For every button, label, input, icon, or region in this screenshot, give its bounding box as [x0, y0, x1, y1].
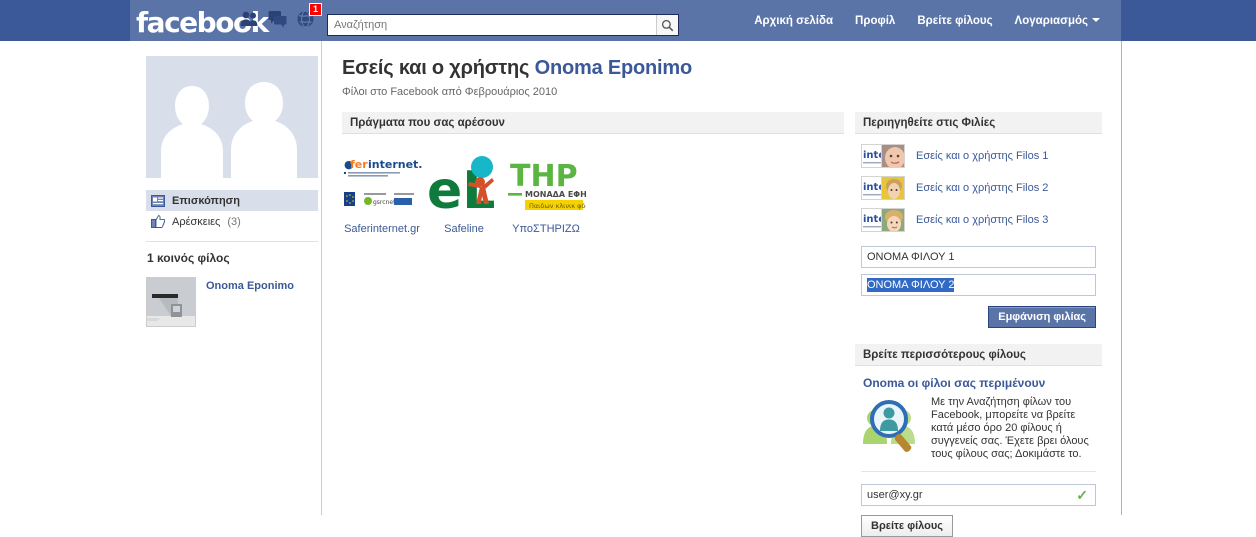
friendship-row[interactable]: inte Εσείς και ο χρήστης Filos 2: [855, 176, 1102, 200]
sidebar-nav: Επισκόπηση Αρέσκειες (3): [146, 190, 318, 232]
nav-label: Προφίλ: [855, 14, 896, 27]
nav-item-profile[interactable]: Προφίλ: [844, 9, 906, 33]
like-item[interactable]: THP ΜΟΝΑΔΑ ΕΦΗΒ Παιδων κλινικ φδοσ ΥποΣΤ…: [506, 152, 586, 236]
search-icon: [661, 19, 674, 31]
email-input[interactable]: [862, 489, 1077, 501]
sidebar-item-label: Επισκόπηση: [172, 194, 240, 207]
search-box[interactable]: [327, 14, 679, 36]
find-more-title: Onoma οι φίλοι σας περιμένουν: [863, 376, 1046, 390]
sidebar-item-label: Αρέσκειες: [172, 215, 221, 228]
friendship-link[interactable]: Εσείς και ο χρήστης Filos 3: [916, 214, 1048, 226]
top-header-bar: facebook 1 Αναζήτηση Αρχική σελίδα Προφί…: [0, 0, 1256, 41]
svg-text:gsrcnet: gsrcnet: [373, 199, 396, 206]
page-subtitle: Φίλοι στο Facebook από Φεβρουάριος 2010: [342, 86, 558, 98]
main-navigation: Αρχική σελίδα Προφίλ Βρείτε φίλους Λογαρ…: [743, 0, 1121, 41]
svg-text:internet.: internet.: [368, 158, 422, 171]
column-divider: [321, 41, 322, 515]
friendship-row[interactable]: inte Εσείς και ο χρήστης Filos 3: [855, 208, 1102, 232]
find-friends-button[interactable]: Βρείτε φίλους: [861, 515, 953, 537]
friend-finder-icon: [861, 396, 923, 454]
friendship-row[interactable]: inte Εσείς και ο χρήστης Filos 1: [855, 144, 1102, 168]
sidebar-divider: [146, 241, 318, 242]
notifications-globe-icon[interactable]: 1: [296, 3, 322, 28]
nav-label: Βρείτε φίλους: [917, 14, 993, 27]
friendship-link[interactable]: Εσείς και ο χρήστης Filos 2: [916, 182, 1048, 194]
friendship-avatars: inte: [861, 176, 907, 200]
find-more-divider: [861, 471, 1096, 472]
show-friendship-button-row: Εμφάνιση φιλίας: [855, 306, 1096, 328]
show-friendship-button[interactable]: Εμφάνιση φιλίας: [988, 306, 1096, 328]
friendship-avatars: inte: [861, 208, 907, 232]
friend-requests-icon[interactable]: [240, 9, 259, 28]
friendship-link[interactable]: Εσείς και ο χρήστης Filos 1: [916, 150, 1048, 162]
like-item[interactable]: ● fer internet. gsrcnet Saferinternet.gr: [342, 152, 422, 236]
profile-photo[interactable]: [146, 56, 318, 178]
right-sidebar: Περιηγηθείτε στις Φιλίες inte Εσείς και …: [855, 112, 1102, 537]
page-body: Επισκόπηση Αρέσκειες (3) 1 κοινός φίλος: [0, 41, 1256, 537]
friend-name-1-input[interactable]: [861, 246, 1096, 268]
search-input[interactable]: [328, 15, 656, 35]
like-item-name[interactable]: Safeline: [424, 223, 504, 236]
find-more-body: Με την Αναζήτηση φίλων του Facebook, μπο…: [861, 396, 1102, 461]
avatar-photo: [881, 176, 905, 200]
email-field[interactable]: ✓: [861, 484, 1096, 506]
ypostirizo-logo: THP ΜΟΝΑΔΑ ΕΦΗΒ Παιδων κλινικ φδοσ: [506, 152, 586, 216]
nav-label: Αρχική σελίδα: [754, 14, 834, 27]
like-item-name[interactable]: Saferinternet.gr: [342, 223, 422, 236]
svg-text:fer: fer: [350, 158, 368, 171]
mutual-friend-name[interactable]: Onoma Eponimo: [206, 277, 294, 292]
friendship-avatars: inte: [861, 144, 907, 168]
page-title-prefix: Εσείς και ο χρήστης: [342, 57, 530, 79]
nav-item-home[interactable]: Αρχική σελίδα: [743, 9, 844, 33]
like-item[interactable]: eL Safeline: [424, 152, 504, 236]
page-title: Εσείς και ο χρήστης Onoma Eponimo: [342, 57, 844, 80]
nav-item-account[interactable]: Λογαριασμός: [1004, 9, 1111, 33]
header-icon-group: 1: [240, 3, 322, 28]
sidebar-item-count: (3): [227, 215, 241, 228]
likes-list: ● fer internet. gsrcnet Saferinternet.gr…: [342, 152, 844, 236]
nav-item-find-friends[interactable]: Βρείτε φίλους: [906, 9, 1003, 33]
page-title-name[interactable]: Onoma Eponimo: [535, 57, 693, 79]
friendship-list: inte Εσείς και ο χρήστης Filos 1 inte Εσ…: [855, 144, 1102, 232]
notification-badge: 1: [309, 3, 322, 16]
avatar-photo: [881, 208, 905, 232]
svg-text:Παιδων κλινικ φδοσ: Παιδων κλινικ φδοσ: [529, 202, 586, 210]
chevron-down-icon: [1092, 18, 1100, 23]
friend-name-2-input[interactable]: ΟΝΟΜΑ ΦΙΛΟΥ 2: [861, 274, 1096, 296]
friend-name-2-value: ΟΝΟΜΑ ΦΙΛΟΥ 2: [867, 278, 955, 292]
find-more-text: Με την Αναζήτηση φίλων του Facebook, μπο…: [931, 396, 1089, 460]
header-inner: facebook 1 Αναζήτηση Αρχική σελίδα Προφί…: [130, 0, 1121, 41]
saferinternet-logo: ● fer internet. gsrcnet: [342, 152, 422, 216]
nav-label: Λογαριασμός: [1014, 14, 1088, 27]
browse-friendships-header: Περιηγηθείτε στις Φιλίες: [855, 112, 1102, 134]
left-sidebar: Επισκόπηση Αρέσκειες (3) 1 κοινός φίλος: [146, 56, 318, 327]
thumbs-up-icon: [151, 215, 165, 228]
main-content: Εσείς και ο χρήστης Onoma Eponimo Φίλοι …: [342, 57, 844, 236]
avatar-photo: [881, 144, 905, 168]
mutual-friends-title: 1 κοινός φίλος: [147, 251, 230, 265]
mutual-friend-avatar[interactable]: [146, 277, 196, 327]
sidebar-item-overview[interactable]: Επισκόπηση: [146, 190, 318, 211]
svg-text:ΜΟΝΑΔΑ ΕΦΗΒ: ΜΟΝΑΔΑ ΕΦΗΒ: [525, 190, 586, 199]
safeline-logo: eL: [424, 152, 504, 216]
sidebar-item-likes[interactable]: Αρέσκειες (3): [146, 211, 318, 232]
green-check-icon: ✓: [1076, 487, 1088, 503]
like-item-name[interactable]: ΥποΣΤΗΡΙΖΩ: [506, 223, 586, 236]
overview-icon: [151, 194, 165, 207]
mutual-friend-row[interactable]: Onoma Eponimo: [146, 277, 318, 327]
messages-icon[interactable]: [268, 9, 287, 28]
content-frame: Επισκόπηση Αρέσκειες (3) 1 κοινός φίλος: [130, 41, 1122, 537]
likes-section-header: Πράγματα που σας αρέσουν: [342, 112, 844, 134]
find-more-friends-header: Βρείτε περισσότερους φίλους: [855, 344, 1102, 366]
search-button[interactable]: [656, 15, 678, 35]
svg-text:THP: THP: [510, 159, 578, 194]
